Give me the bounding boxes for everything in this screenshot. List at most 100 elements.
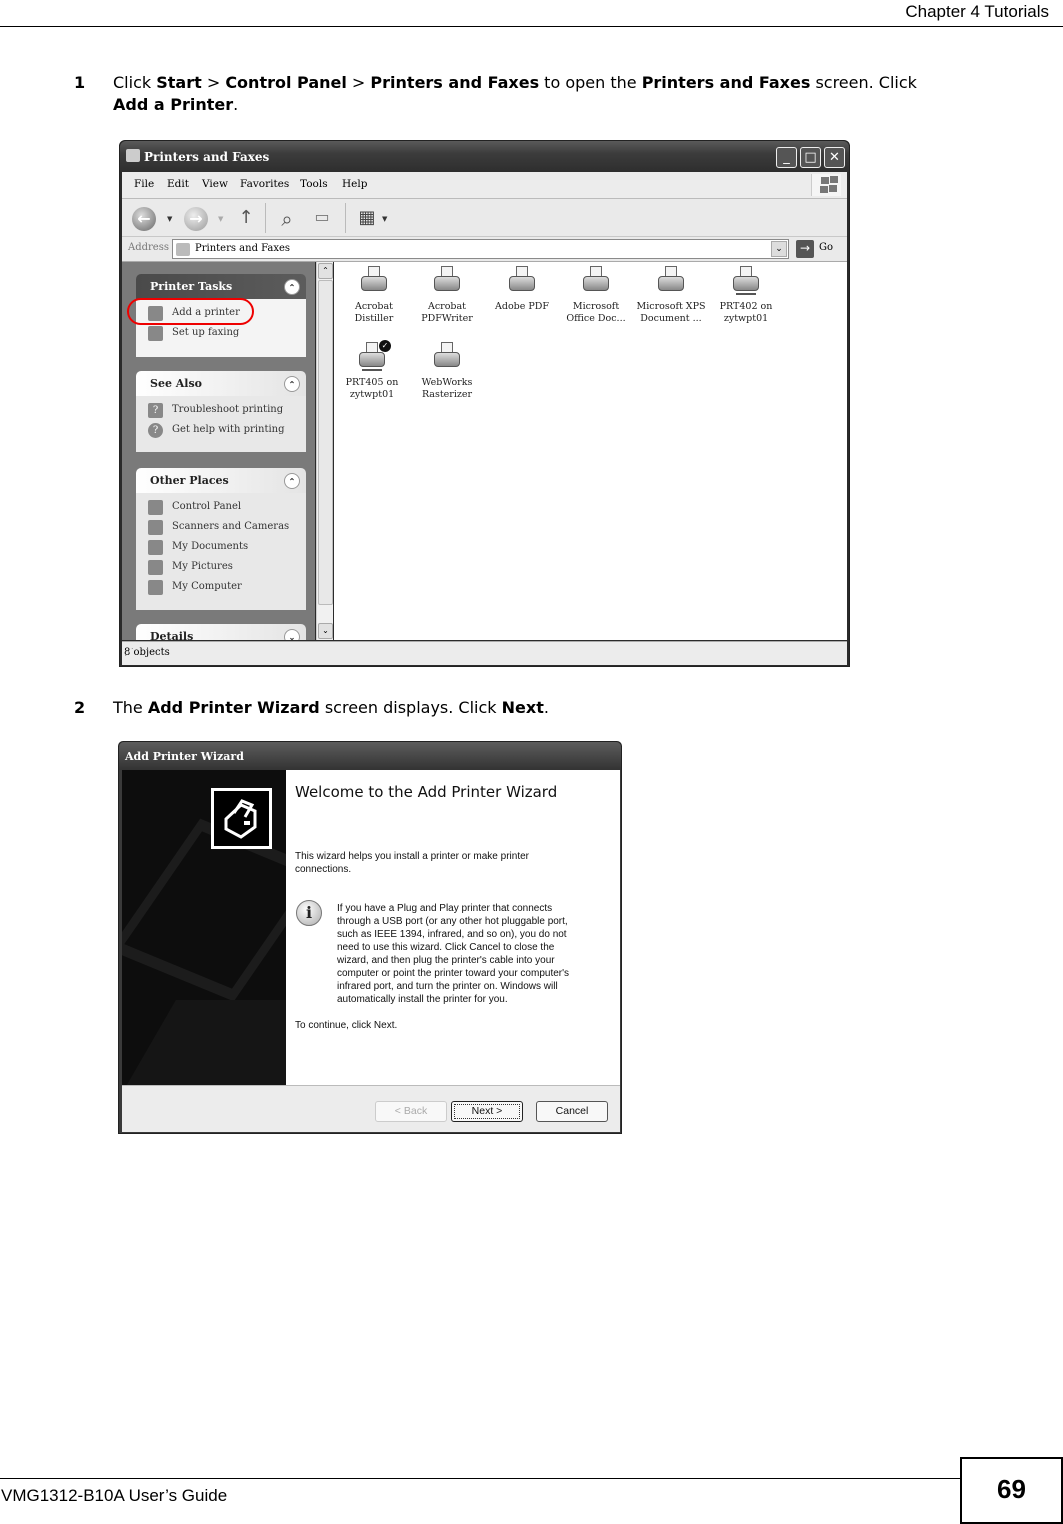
my-pictures-link[interactable]: My Pictures xyxy=(148,558,306,578)
network-printer-icon: ✓ xyxy=(357,340,391,374)
go-arrow-icon[interactable]: → xyxy=(796,240,814,258)
set-up-faxing-link[interactable]: Set up faxing xyxy=(148,324,306,344)
address-dropdown-icon[interactable]: ⌄ xyxy=(771,241,787,257)
menu-edit[interactable]: Edit xyxy=(167,178,189,190)
fax-icon xyxy=(148,326,163,341)
scroll-thumb[interactable] xyxy=(318,280,333,605)
pictures-icon xyxy=(148,560,163,575)
printer-item[interactable]: Acrobat Distiller xyxy=(336,266,412,325)
toolbar: ← ▼ → ▼ ↑ ⌕ ▭ ▦ ▼ xyxy=(122,199,847,237)
menu-favorites[interactable]: Favorites xyxy=(240,178,289,190)
collapse-icon[interactable]: ⌃ xyxy=(284,279,300,295)
wizard-banner xyxy=(122,770,286,1085)
maximize-button[interactable]: □ xyxy=(800,147,821,168)
printer-item[interactable]: Microsoft XPS Document ... xyxy=(633,266,709,325)
network-printer-icon xyxy=(731,266,761,298)
menu-tools[interactable]: Tools xyxy=(300,178,328,190)
views-dropdown-icon[interactable]: ▼ xyxy=(382,215,387,223)
printer-item[interactable]: Acrobat PDFWriter xyxy=(409,266,485,325)
get-help-link[interactable]: ? Get help with printing xyxy=(148,421,306,441)
panel-header[interactable]: See Also ⌃ xyxy=(136,371,306,396)
next-button[interactable]: Next > xyxy=(451,1101,523,1122)
wizard-intro: This wizard helps you install a printer … xyxy=(295,851,529,875)
printer-folder-icon xyxy=(126,149,140,162)
scroll-down-icon[interactable]: ⌄ xyxy=(318,623,333,639)
address-bar: Address Printers and Faxes ⌄ → Go xyxy=(122,237,847,262)
wizard-continue-text: To continue, click Next. xyxy=(295,1020,398,1031)
views-button[interactable]: ▦ xyxy=(355,207,379,231)
control-panel-link[interactable]: Control Panel xyxy=(148,498,306,518)
address-label: Address xyxy=(128,242,169,253)
troubleshoot-icon: ? xyxy=(148,403,163,418)
menu-file[interactable]: File xyxy=(134,178,154,190)
guide-title: VMG1312-B10A User’s Guide xyxy=(1,1486,228,1505)
task-pane-scrollbar[interactable]: ⌃ ⌄ xyxy=(316,262,333,640)
toolbar-separator xyxy=(345,203,346,233)
printer-item[interactable]: ✓ PRT405 on zytwpt01 xyxy=(334,340,410,401)
panel-header[interactable]: Details ⌄ xyxy=(136,624,306,640)
menu-view[interactable]: View xyxy=(202,178,228,190)
header-divider xyxy=(0,26,1063,27)
printer-icon xyxy=(359,266,389,298)
help-icon: ? xyxy=(148,423,163,438)
printer-item[interactable]: Microsoft Office Doc... xyxy=(558,266,634,325)
other-places-panel: Other Places ⌃ Control Panel Scanners and… xyxy=(136,468,306,610)
back-button[interactable]: < Back xyxy=(375,1101,447,1122)
menu-bar: File Edit View Favorites Tools Help xyxy=(122,172,847,199)
add-printer-wizard-window: Add Printer Wizard Welcome to the Add Pr… xyxy=(118,741,622,1134)
page-number: 69 xyxy=(960,1457,1063,1524)
printer-icon xyxy=(432,342,462,374)
details-panel: Details ⌄ xyxy=(136,624,306,640)
collapse-icon[interactable]: ⌃ xyxy=(284,376,300,392)
expand-icon[interactable]: ⌄ xyxy=(284,629,300,640)
panel-header[interactable]: Other Places ⌃ xyxy=(136,468,306,493)
minimize-button[interactable]: _ xyxy=(776,147,797,168)
folders-button[interactable]: ▭ xyxy=(310,207,334,231)
forward-button[interactable]: → xyxy=(184,207,208,231)
cancel-button[interactable]: Cancel xyxy=(536,1101,608,1122)
info-icon: i xyxy=(296,900,322,926)
address-value: Printers and Faxes xyxy=(195,243,291,254)
close-button[interactable]: ✕ xyxy=(824,147,845,168)
printers-and-faxes-window: Printers and Faxes _ □ ✕ File Edit View … xyxy=(119,140,850,667)
see-also-panel: See Also ⌃ ? Troubleshoot printing ? Get he… xyxy=(136,371,306,452)
forward-dropdown-icon[interactable]: ▼ xyxy=(218,215,223,223)
printer-icon xyxy=(507,266,537,298)
my-computer-link[interactable]: My Computer xyxy=(148,578,306,598)
footer-divider xyxy=(0,1478,960,1479)
scroll-up-icon[interactable]: ⌃ xyxy=(318,263,333,279)
window-title: Add Printer Wizard xyxy=(125,750,244,763)
wizard-info-text: If you have a Plug and Play printer that… xyxy=(337,903,570,1005)
documents-icon xyxy=(148,540,163,555)
back-button[interactable]: ← xyxy=(132,207,156,231)
scanners-cameras-link[interactable]: Scanners and Cameras xyxy=(148,518,306,538)
default-check-icon: ✓ xyxy=(379,340,391,352)
panel-header[interactable]: Printer Tasks ⌃ xyxy=(136,274,306,299)
printer-item[interactable]: Adobe PDF xyxy=(484,266,560,313)
step-text: The Add Printer Wizard screen displays. … xyxy=(113,698,549,717)
windows-logo-icon xyxy=(811,174,841,196)
printer-folder-icon xyxy=(176,243,190,256)
go-button[interactable]: Go xyxy=(819,242,833,253)
back-dropdown-icon[interactable]: ▼ xyxy=(167,215,172,223)
wizard-content: Welcome to the Add Printer Wizard This w… xyxy=(286,770,620,1085)
my-documents-link[interactable]: My Documents xyxy=(148,538,306,558)
search-button[interactable]: ⌕ xyxy=(275,207,299,231)
resize-grip-icon[interactable]: ⋰ xyxy=(124,647,844,662)
printer-icon xyxy=(581,266,611,298)
step-number: 2 xyxy=(74,698,86,717)
chapter-header: Chapter 4 Tutorials xyxy=(905,2,1049,21)
up-folder-button[interactable]: ↑ xyxy=(234,207,258,231)
status-bar: 8 objects ⋰ xyxy=(122,641,847,665)
collapse-icon[interactable]: ⌃ xyxy=(284,473,300,489)
control-panel-icon xyxy=(148,500,163,515)
highlight-ellipse xyxy=(127,298,254,325)
step-text: Click Start > Control Panel > Printers a… xyxy=(113,73,917,114)
step-number: 1 xyxy=(74,73,86,92)
address-input[interactable]: Printers and Faxes ⌄ xyxy=(172,239,789,259)
troubleshoot-printing-link[interactable]: ? Troubleshoot printing xyxy=(148,401,306,421)
printers-list: Acrobat Distiller Acrobat PDFWriter Adobe … xyxy=(334,262,847,640)
menu-help[interactable]: Help xyxy=(342,178,367,190)
printer-item[interactable]: WebWorks Rasterizer xyxy=(409,342,485,401)
printer-item[interactable]: PRT402 on zytwpt01 xyxy=(708,266,784,325)
